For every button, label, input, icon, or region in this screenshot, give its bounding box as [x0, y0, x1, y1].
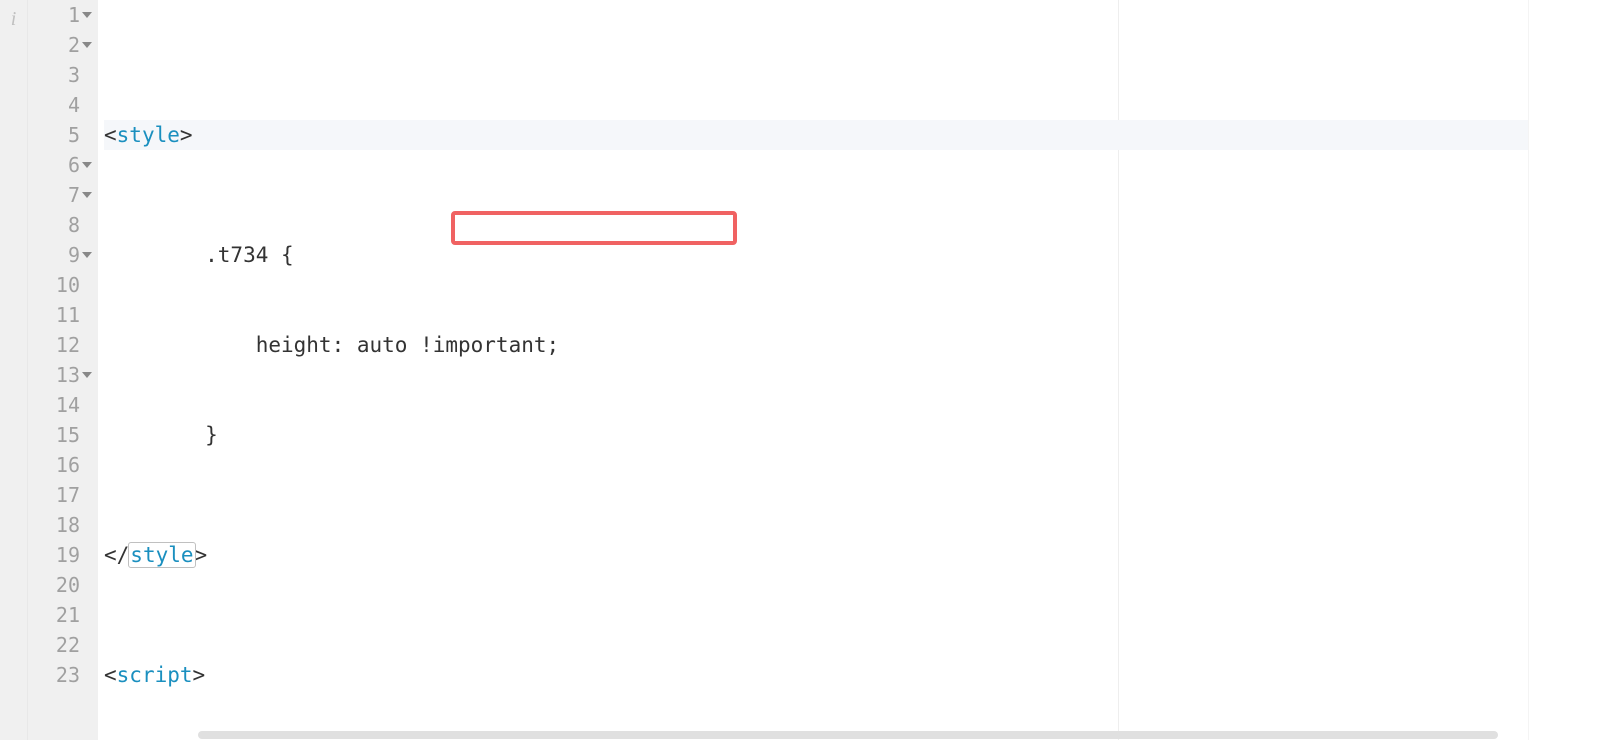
code-line[interactable]: .t734 { — [104, 240, 1618, 270]
code-text: style — [129, 543, 194, 567]
line-number[interactable]: 15 — [28, 420, 94, 450]
code-text: } — [104, 423, 218, 447]
code-text: </ — [104, 543, 129, 567]
code-text: style — [117, 123, 180, 147]
line-number[interactable]: 21 — [28, 600, 94, 630]
code-text: height: auto !important; — [104, 333, 559, 357]
line-number[interactable]: 23 — [28, 660, 94, 690]
line-number[interactable]: 7 — [28, 180, 94, 210]
code-line[interactable]: <script> — [104, 660, 1618, 690]
line-number[interactable]: 5 — [28, 120, 94, 150]
line-number-gutter[interactable]: 1234567891011121314151617181920212223 — [28, 0, 98, 740]
code-text: .t734 { — [104, 243, 294, 267]
line-number[interactable]: 16 — [28, 450, 94, 480]
code-text: > — [193, 663, 206, 687]
line-number[interactable]: 12 — [28, 330, 94, 360]
code-text: < — [104, 123, 117, 147]
code-editor[interactable]: i 1234567891011121314151617181920212223 … — [0, 0, 1618, 740]
code-line[interactable]: height: auto !important; — [104, 330, 1618, 360]
line-number[interactable]: 11 — [28, 300, 94, 330]
line-number[interactable]: 3 — [28, 60, 94, 90]
line-number[interactable]: 14 — [28, 390, 94, 420]
code-line[interactable]: </style> — [104, 540, 1618, 570]
right-fade — [1528, 0, 1618, 740]
line-number[interactable]: 18 — [28, 510, 94, 540]
code-text: > — [180, 123, 193, 147]
code-text: < — [104, 663, 117, 687]
print-margin — [1118, 0, 1119, 740]
info-icon: i — [11, 8, 17, 30]
line-number[interactable]: 9 — [28, 240, 94, 270]
line-number[interactable]: 4 — [28, 90, 94, 120]
code-text: script — [117, 663, 193, 687]
code-area[interactable]: <style> .t734 { height: auto !important;… — [98, 0, 1618, 740]
code-line[interactable]: <style> — [104, 120, 1618, 150]
line-number[interactable]: 17 — [28, 480, 94, 510]
line-number[interactable]: 1 — [28, 0, 94, 30]
info-column: i — [0, 0, 28, 740]
line-number[interactable]: 20 — [28, 570, 94, 600]
line-number[interactable]: 10 — [28, 270, 94, 300]
line-number[interactable]: 2 — [28, 30, 94, 60]
line-number[interactable]: 8 — [28, 210, 94, 240]
line-number[interactable]: 13 — [28, 360, 94, 390]
scrollbar-thumb[interactable] — [198, 731, 1498, 739]
code-line[interactable]: } — [104, 420, 1618, 450]
line-number[interactable]: 6 — [28, 150, 94, 180]
line-number[interactable]: 19 — [28, 540, 94, 570]
line-number[interactable]: 22 — [28, 630, 94, 660]
code-text: > — [195, 543, 208, 567]
horizontal-scrollbar[interactable] — [98, 730, 1618, 740]
